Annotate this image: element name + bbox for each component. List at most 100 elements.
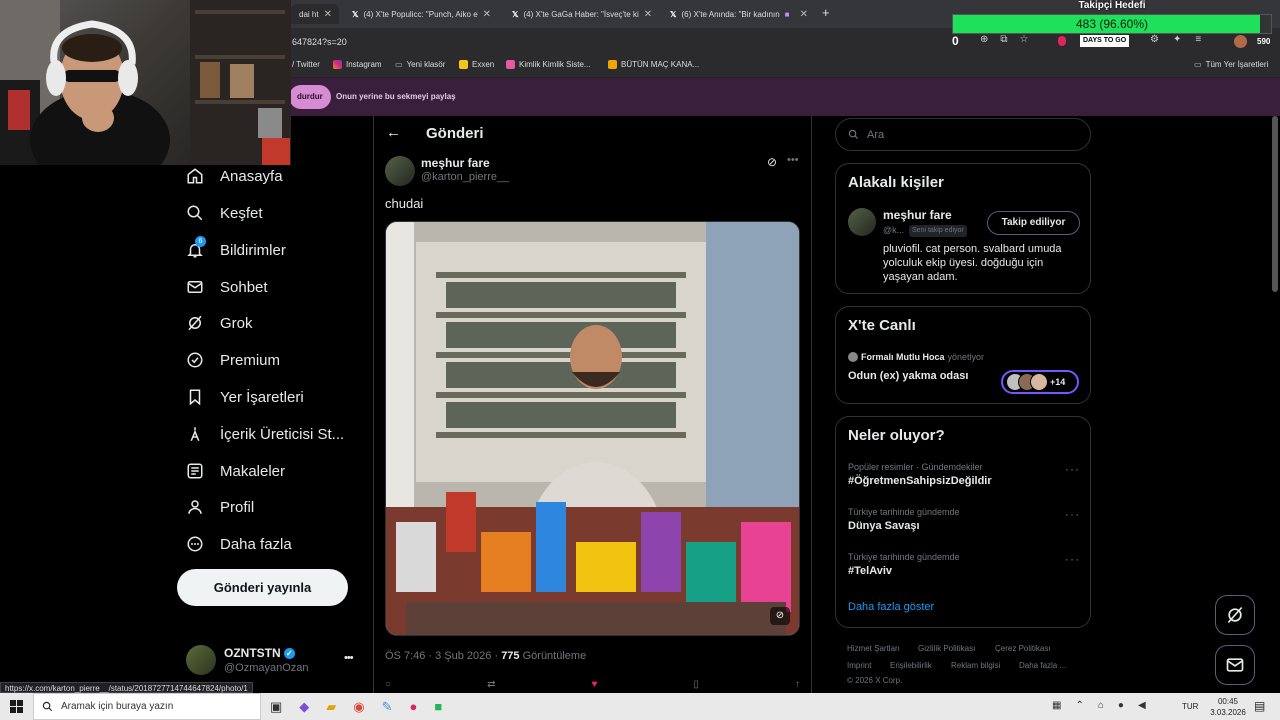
- sidebar-item-premium[interactable]: Premium: [186, 346, 280, 374]
- post-button[interactable]: Gönderi yayınla: [177, 569, 348, 606]
- record-icon[interactable]: [1058, 36, 1066, 46]
- close-icon[interactable]: ✕: [483, 9, 491, 20]
- post-timestamp[interactable]: ÖS 7:46 · 3 Şub 2026 ·: [385, 650, 501, 662]
- footer-link-accessibility[interactable]: Erişilebilirlik: [890, 661, 932, 670]
- stop-sharing-button[interactable]: durdur: [289, 85, 331, 109]
- close-icon[interactable]: ✕: [800, 9, 808, 20]
- volume-icon[interactable]: ◀: [1138, 700, 1146, 711]
- grok-icon[interactable]: ⊘: [767, 155, 777, 169]
- network-icon[interactable]: ⌂: [1098, 700, 1104, 711]
- days-to-go-badge[interactable]: DAYS TO GO: [1080, 35, 1130, 47]
- kick-icon[interactable]: ■: [434, 699, 442, 715]
- clock[interactable]: 00:45 3.03.2026: [1208, 696, 1248, 718]
- bookmark-exxen[interactable]: Exxen: [459, 60, 494, 69]
- tray-app-icon[interactable]: ▦: [1052, 700, 1061, 711]
- trend-category: Popüler resimler · Gündemdekiler: [848, 462, 983, 472]
- post-video[interactable]: ⊘: [385, 221, 800, 636]
- post-more-icon[interactable]: •••: [787, 154, 799, 166]
- sidebar-item-chat[interactable]: Sohbet: [186, 273, 268, 301]
- extension-icon[interactable]: ⚙: [1150, 34, 1159, 45]
- task-view-icon[interactable]: ▣: [270, 699, 282, 715]
- trend-item[interactable]: Türkiye tarihinde gündemde #TelAviv ···: [848, 552, 1080, 577]
- bookmark-folder[interactable]: ▭ Yeni klasör: [395, 60, 445, 69]
- new-tab-button[interactable]: +: [822, 5, 830, 20]
- windows-start-icon[interactable]: [10, 700, 23, 713]
- bookmark-instagram[interactable]: Instagram: [333, 60, 382, 69]
- app-icon[interactable]: ✎: [382, 699, 393, 715]
- sidebar-item-notifications[interactable]: 6 Bildirimler: [186, 236, 286, 264]
- browser-tab[interactable]: 𝕏 (6) X'te Anında: "Bir kadının ■ ✕: [662, 4, 816, 24]
- sidebar-item-profile[interactable]: Profil: [186, 493, 254, 521]
- footer-link-cookies[interactable]: Çerez Politikası: [995, 644, 1051, 653]
- file-explorer-icon[interactable]: ▰: [326, 699, 336, 715]
- trend-more-icon[interactable]: ···: [1065, 507, 1080, 521]
- sidebar-item-more[interactable]: Daha fazla: [186, 530, 292, 558]
- browser-tab[interactable]: 𝕏 (4) X'te Populicc: "Punch, Aiko e ✕: [344, 4, 496, 24]
- obs-icon[interactable]: ●: [410, 699, 418, 715]
- post-author-name[interactable]: meşhur fare: [421, 156, 490, 170]
- browser-tab-active[interactable]: dai ht ✕: [291, 4, 339, 24]
- following-button[interactable]: Takip ediliyor: [987, 211, 1080, 235]
- like-icon[interactable]: ♥: [591, 679, 597, 693]
- related-name[interactable]: meşhur fare: [883, 208, 952, 222]
- footer-link-privacy[interactable]: Gizlilik Politikası: [918, 644, 975, 653]
- star-icon[interactable]: ☆: [1020, 34, 1029, 45]
- account-name[interactable]: OZNTSTN ✓: [224, 646, 295, 660]
- messages-fab-button[interactable]: [1215, 645, 1255, 685]
- language-indicator[interactable]: TUR: [1182, 702, 1198, 711]
- avatar[interactable]: [1234, 35, 1247, 48]
- browser-tab[interactable]: 𝕏 (4) X'te GaGa Haber: "İsveç'te ki ✕: [504, 4, 656, 24]
- sidebar-item-articles[interactable]: Makaleler: [186, 457, 285, 485]
- reply-icon[interactable]: ○: [385, 679, 391, 693]
- url-field[interactable]: 647824?s=20: [292, 37, 347, 47]
- trend-more-icon[interactable]: ···: [1065, 462, 1080, 476]
- copilot-icon[interactable]: ◆: [299, 699, 309, 715]
- sidebar-item-grok[interactable]: Grok: [186, 309, 253, 337]
- sidebar-item-creator-studio[interactable]: İçerik Üreticisi St...: [186, 420, 344, 448]
- account-menu-button[interactable]: •••: [344, 652, 354, 664]
- footer-link-imprint[interactable]: Imprint: [847, 661, 871, 670]
- search-input[interactable]: Ara: [835, 118, 1091, 151]
- back-arrow-icon[interactable]: ←: [386, 124, 401, 141]
- post-author-handle[interactable]: @karton_pierre__: [421, 171, 509, 183]
- menu-icon[interactable]: ≡: [1195, 34, 1201, 45]
- bookmark-kimlik[interactable]: Kimlik Kimlik Siste...: [506, 60, 591, 69]
- avatar[interactable]: [848, 208, 876, 236]
- mic-icon[interactable]: ●: [1118, 700, 1124, 711]
- sidebar-item-home[interactable]: Anasayfa: [186, 162, 283, 190]
- share-this-tab-button[interactable]: Onun yerine bu sekmeyi paylaş: [336, 92, 456, 101]
- show-more-link[interactable]: Daha fazla göster: [848, 601, 934, 613]
- tray-chevron-icon[interactable]: ⌃: [1075, 700, 1083, 711]
- repost-icon[interactable]: ⇄: [487, 679, 495, 693]
- bookmark-label: Kimlik Kimlik Siste...: [519, 60, 591, 69]
- bookmark-mac[interactable]: BÜTÜN MAÇ KANA...: [608, 60, 699, 69]
- sidebar-item-explore[interactable]: Keşfet: [186, 199, 263, 227]
- trend-item[interactable]: Popüler resimler · Gündemdekiler #Öğretm…: [848, 462, 1080, 487]
- footer-link-more[interactable]: Daha fazla ...: [1019, 661, 1066, 670]
- live-listeners-button[interactable]: +14: [1001, 370, 1079, 394]
- notification-center-icon[interactable]: ▤: [1254, 699, 1265, 713]
- sidebar-item-bookmarks[interactable]: Yer İşaretleri: [186, 383, 304, 411]
- trend-item[interactable]: Türkiye tarihinde gündemde Dünya Savaşı …: [848, 507, 1080, 532]
- footer-link-ads[interactable]: Reklam bilgisi: [951, 661, 1000, 670]
- bookmark-all[interactable]: ▭ Tüm Yer İşaretleri: [1194, 60, 1268, 69]
- live-space-title[interactable]: Odun (ex) yakma odası: [848, 370, 968, 382]
- close-icon[interactable]: ✕: [324, 9, 332, 20]
- audio-icon[interactable]: ■: [785, 10, 790, 19]
- share-icon[interactable]: ↑: [795, 679, 800, 693]
- puzzle-icon[interactable]: ✦: [1173, 34, 1181, 45]
- scrollbar-thumb[interactable]: [1272, 116, 1278, 292]
- trend-more-icon[interactable]: ···: [1065, 552, 1080, 566]
- grok-image-icon[interactable]: ⊘: [770, 607, 790, 625]
- chrome-icon[interactable]: ◉: [353, 699, 364, 715]
- grok-fab-button[interactable]: [1215, 595, 1255, 635]
- post-author-avatar[interactable]: [385, 156, 415, 186]
- footer-link-terms[interactable]: Hizmet Şartları: [847, 644, 900, 653]
- zoom-icon[interactable]: ⊕: [980, 34, 988, 45]
- close-icon[interactable]: ✕: [644, 9, 652, 20]
- avatar[interactable]: [186, 645, 216, 675]
- cast-icon[interactable]: ⧉: [1000, 34, 1007, 45]
- bookmark-icon[interactable]: ▯: [693, 679, 699, 693]
- bookmark-twitter[interactable]: / Twitter: [292, 60, 320, 69]
- taskbar-search-input[interactable]: Aramak için buraya yazın: [33, 693, 261, 720]
